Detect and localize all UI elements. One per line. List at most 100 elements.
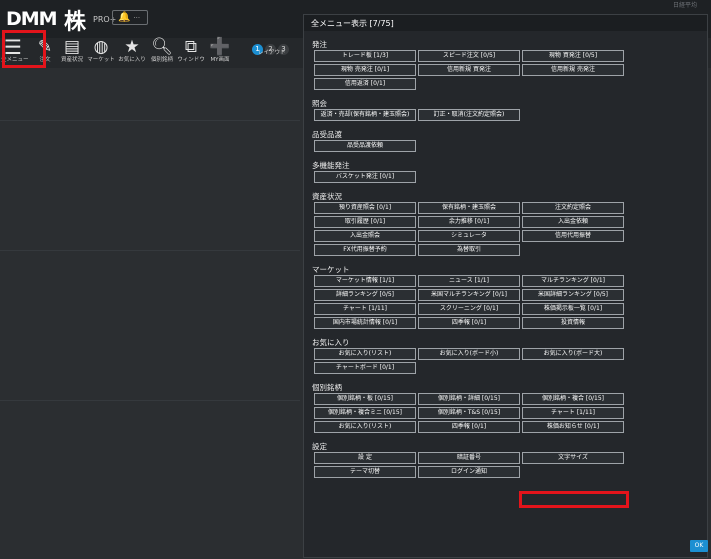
dialog-title: 全メニュー表示 [7/75] bbox=[311, 19, 394, 28]
menu-button[interactable]: マルチランキング [0/1] bbox=[522, 275, 624, 287]
toolbar-item-add-user[interactable]: ➕ MY画面 bbox=[205, 38, 235, 68]
bg-divider bbox=[0, 120, 300, 121]
menu-button[interactable]: お気に入り(リスト) bbox=[314, 348, 416, 360]
menu-button[interactable]: 四季報 [0/1] bbox=[418, 317, 520, 329]
section-title: 設定 bbox=[312, 442, 327, 451]
menu-button[interactable]: 個別銘柄・板 [0/15] bbox=[314, 393, 416, 405]
section-title: マーケット bbox=[312, 265, 350, 274]
menu-button[interactable]: 為替取引 bbox=[418, 244, 520, 256]
menu-button[interactable]: 株価掲示板一覧 [0/1] bbox=[522, 303, 624, 315]
menu-button[interactable]: 株価お知らせ [0/1] bbox=[522, 421, 624, 433]
bg-divider bbox=[0, 400, 300, 401]
menu-button[interactable]: 訂正・取消(注文約定照会) bbox=[418, 109, 520, 121]
section-title: 品受品渡 bbox=[312, 130, 342, 139]
menu-button[interactable]: 品受品渡依頼 bbox=[314, 140, 416, 152]
notification-button[interactable]: 🔔 ··· bbox=[112, 10, 148, 25]
menu-button[interactable]: 米国詳細ランキング [0/5] bbox=[522, 289, 624, 301]
layout-label: レイアウト bbox=[258, 50, 286, 56]
menu-button[interactable]: 現物 買発注 [0/5] bbox=[522, 50, 624, 62]
section-title: 多機能発注 bbox=[312, 161, 350, 170]
bg-divider bbox=[0, 250, 300, 251]
menu-button[interactable]: チャートボード [0/1] bbox=[314, 362, 416, 374]
toolbar-item-label: 個別銘柄 bbox=[150, 57, 173, 63]
menu-button[interactable]: 余力推移 [0/1] bbox=[418, 216, 520, 228]
section-title: 照会 bbox=[312, 99, 327, 108]
toolbar-item-order[interactable]: ✎ 注文 bbox=[36, 38, 54, 68]
logo: DMM bbox=[6, 8, 58, 30]
menu-button[interactable]: FX代用振替予約 bbox=[314, 244, 416, 256]
menu-button[interactable]: 設 定 bbox=[314, 452, 416, 464]
menu-button[interactable]: 入出金依頼 bbox=[522, 216, 624, 228]
menu-icon: ☰ bbox=[4, 35, 22, 59]
menu-button[interactable]: スクリーニング [0/1] bbox=[418, 303, 520, 315]
toolbar-item-label: 全メニュー bbox=[1, 57, 29, 63]
menu-button[interactable]: 個別銘柄・詳細 [0/15] bbox=[418, 393, 520, 405]
menu-button[interactable]: 返済・売却(保有銘柄・建玉照会) bbox=[314, 109, 416, 121]
menu-button[interactable]: 詳細ランキング [0/5] bbox=[314, 289, 416, 301]
menu-button[interactable]: お気に入り(ボード小) bbox=[418, 348, 520, 360]
add-user-icon: ➕ bbox=[209, 37, 231, 57]
market-label: 日経平均 bbox=[673, 2, 698, 9]
toolbar-item-label: MY画面 bbox=[210, 57, 230, 63]
star-icon: ★ bbox=[124, 37, 140, 57]
menu-button[interactable]: 個別銘柄・複合 [0/15] bbox=[522, 393, 624, 405]
menu-button[interactable]: チャート [1/11] bbox=[522, 407, 624, 419]
menu-button[interactable]: ログイン通知 bbox=[418, 466, 520, 478]
section-title: 資産状況 bbox=[312, 192, 342, 201]
menu-button[interactable]: 四季報 [0/1] bbox=[418, 421, 520, 433]
toolbar-item-label: 注文 bbox=[39, 57, 51, 63]
assets-icon: ▤ bbox=[63, 37, 81, 57]
menu-button[interactable]: シミュレータ bbox=[418, 230, 520, 242]
menu-button[interactable]: 入出金照会 bbox=[314, 230, 416, 242]
toolbar-item-label: マーケット bbox=[87, 57, 115, 63]
menu-button[interactable]: お気に入り(ボード大) bbox=[522, 348, 624, 360]
dialog-header: 全メニュー表示 [7/75] bbox=[304, 15, 707, 31]
more-icon: ··· bbox=[133, 14, 141, 22]
menu-button[interactable]: 取引履歴 [0/1] bbox=[314, 216, 416, 228]
section-title: お気に入り bbox=[312, 338, 350, 347]
menu-button[interactable]: 信用新規 売発注 bbox=[522, 64, 624, 76]
section-title: 個別銘柄 bbox=[312, 383, 342, 392]
bell-icon: 🔔 bbox=[118, 12, 131, 23]
menu-button[interactable]: マーケット情報 [1/1] bbox=[314, 275, 416, 287]
menu-button[interactable]: スピード注文 [0/5] bbox=[418, 50, 520, 62]
toolbar-item-globe[interactable]: ◍ マーケット bbox=[86, 38, 116, 68]
toolbar-item-menu[interactable]: ☰ 全メニュー bbox=[1, 35, 29, 68]
toolbar-item-star[interactable]: ★ お気に入り bbox=[116, 38, 148, 68]
section-title: 発注 bbox=[312, 40, 327, 49]
menu-button[interactable]: 投資情報 bbox=[522, 317, 624, 329]
menu-button[interactable]: 預り資産照会 [0/1] bbox=[314, 202, 416, 214]
menu-button[interactable]: 信用返済 [0/1] bbox=[314, 78, 416, 90]
menu-button[interactable]: 米国マルチランキング [0/1] bbox=[418, 289, 520, 301]
toolbar-item-assets[interactable]: ▤ 資産状況 bbox=[58, 38, 86, 68]
order-icon: ✎ bbox=[37, 37, 53, 57]
menu-button[interactable]: お気に入り(リスト) bbox=[314, 421, 416, 433]
window-icon: ⧉ bbox=[184, 37, 198, 57]
menu-button[interactable]: バスケット発注 [0/1] bbox=[314, 171, 416, 183]
toolbar-item-label: お気に入り bbox=[118, 57, 146, 63]
toolbar-item-window[interactable]: ⧉ ウィンドウ bbox=[176, 38, 206, 68]
logo-kabu: 株 bbox=[64, 9, 87, 35]
globe-icon: ◍ bbox=[93, 37, 109, 57]
menu-button[interactable]: テーマ切替 bbox=[314, 466, 416, 478]
menu-button[interactable]: 信用新規 買発注 bbox=[418, 64, 520, 76]
menu-button[interactable]: 個別銘柄・複合ミニ [0/15] bbox=[314, 407, 416, 419]
menu-button[interactable]: 文字サイズ bbox=[522, 452, 624, 464]
menu-button[interactable]: 暗証番号 bbox=[418, 452, 520, 464]
ok-button[interactable]: OK bbox=[690, 540, 708, 552]
menu-button[interactable]: ニュース [1/1] bbox=[418, 275, 520, 287]
menu-button[interactable]: 信用代用振替 bbox=[522, 230, 624, 242]
menu-button[interactable]: チャート [1/11] bbox=[314, 303, 416, 315]
menu-button[interactable]: 国内市場統計情報 [0/1] bbox=[314, 317, 416, 329]
menu-button[interactable]: 現物 売発注 [0/1] bbox=[314, 64, 416, 76]
layout-button[interactable]: レイアウト bbox=[258, 49, 286, 59]
search-doc-icon: 🔍︎ bbox=[151, 37, 173, 57]
menu-button[interactable]: トレード板 [1/3] bbox=[314, 50, 416, 62]
toolbar-item-label: 資産状況 bbox=[60, 57, 83, 63]
toolbar-item-search-doc[interactable]: 🔍︎ 個別銘柄 bbox=[148, 38, 176, 68]
menu-button[interactable]: 保有銘柄・建玉照会 bbox=[418, 202, 520, 214]
menu-button[interactable]: 注文約定照会 bbox=[522, 202, 624, 214]
all-menu-dialog: 全メニュー表示 [7/75] 発注 トレード板 [1/3] スピード注文 [0/5]… bbox=[303, 14, 708, 558]
menu-button[interactable]: 個別銘柄・T&S [0/15] bbox=[418, 407, 520, 419]
toolbar-item-label: ウィンドウ bbox=[177, 57, 205, 63]
